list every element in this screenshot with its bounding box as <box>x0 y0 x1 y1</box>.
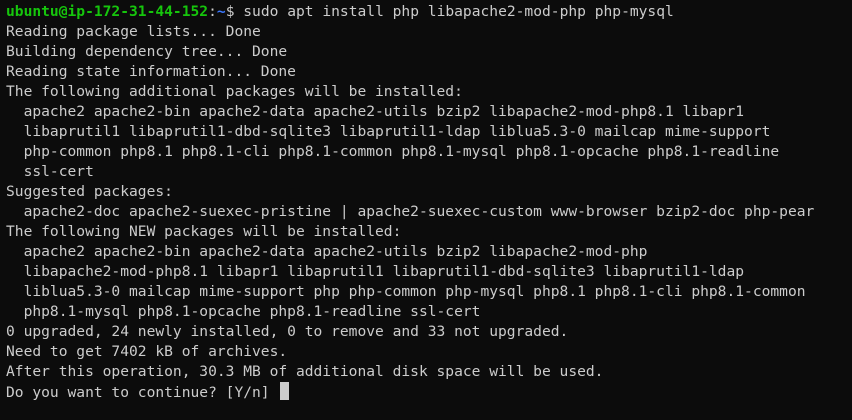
output-line: After this operation, 30.3 MB of additio… <box>6 363 604 380</box>
output-line: The following NEW packages will be insta… <box>6 223 402 240</box>
output-line: ssl-cert <box>6 163 94 180</box>
output-line: apache2 apache2-bin apache2-data apache2… <box>6 243 648 260</box>
prompt-path: ~ <box>216 3 226 20</box>
output-line: Reading package lists... Done <box>6 23 261 40</box>
prompt-separator: : <box>208 3 217 20</box>
prompt-user-host: ubuntu@ip-172-31-44-152 <box>6 3 209 20</box>
output-line: libaprutil1 libaprutil1-dbd-sqlite3 liba… <box>6 123 771 140</box>
output-line: Need to get 7402 kB of archives. <box>6 343 288 360</box>
text-cursor <box>280 382 290 400</box>
terminal-window[interactable]: ubuntu@ip-172-31-44-152:~$ sudo apt inst… <box>0 0 852 420</box>
continue-prompt-line[interactable]: Do you want to continue? [Y/n] <box>6 382 852 402</box>
continue-prompt-text: Do you want to continue? [Y/n] <box>6 384 279 401</box>
output-line: libapache2-mod-php8.1 libapr1 libaprutil… <box>6 263 745 280</box>
output-line: Suggested packages: <box>6 183 173 200</box>
output-line: apache2 apache2-bin apache2-data apache2… <box>6 103 745 120</box>
output-line: Building dependency tree... Done <box>6 43 288 60</box>
output-line: php8.1-mysql php8.1-opcache php8.1-readl… <box>6 303 481 320</box>
output-line: Reading state information... Done <box>6 63 296 80</box>
output-line: apache2-doc apache2-suexec-pristine | ap… <box>6 203 815 220</box>
command-prompt-line: ubuntu@ip-172-31-44-152:~$ sudo apt inst… <box>6 2 852 22</box>
command-text: sudo apt install php libapache2-mod-php … <box>234 3 674 20</box>
output-line: 0 upgraded, 24 newly installed, 0 to rem… <box>6 323 569 340</box>
command-output: Reading package lists... Done Building de… <box>6 22 852 382</box>
output-line: php-common php8.1 php8.1-cli php8.1-comm… <box>6 143 780 160</box>
output-line: liblua5.3-0 mailcap mime-support php php… <box>6 283 806 300</box>
output-line: The following additional packages will b… <box>6 83 463 100</box>
